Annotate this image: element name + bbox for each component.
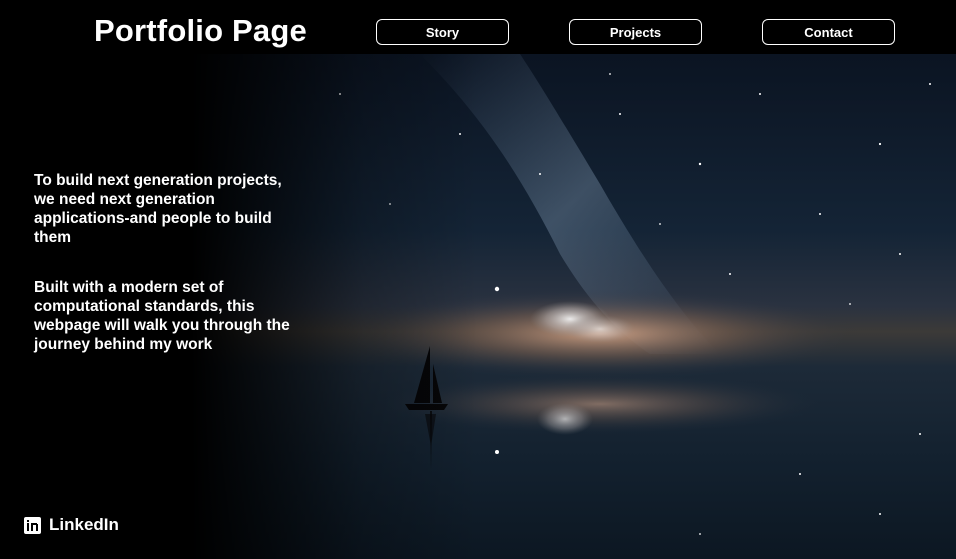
linkedin-link[interactable]: LinkedIn: [24, 515, 119, 535]
hero-paragraph-2: Built with a modern set of computational…: [34, 279, 290, 353]
site-title: Portfolio Page: [94, 13, 307, 48]
hero-paragraph-1: To build next generation projects, we ne…: [34, 172, 282, 246]
linkedin-label: LinkedIn: [49, 515, 119, 534]
nav-projects-button[interactable]: Projects: [569, 19, 702, 45]
nav-story-button[interactable]: Story: [376, 19, 509, 45]
hero-background-image: To build next generation projects, we ne…: [0, 54, 956, 559]
nav-contact-button[interactable]: Contact: [762, 19, 895, 45]
top-nav-bar: Portfolio Page Story Projects Contact: [0, 0, 956, 54]
linkedin-icon: [24, 516, 41, 534]
